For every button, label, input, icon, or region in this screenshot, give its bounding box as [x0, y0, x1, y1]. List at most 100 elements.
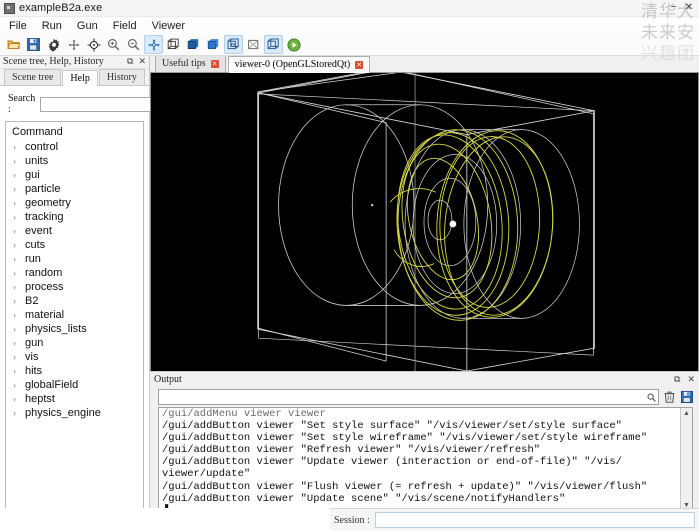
scroll-up-arrow[interactable]: ▲	[683, 408, 690, 418]
tree-item-label: particle	[25, 183, 61, 195]
tree-item-cuts[interactable]: › cuts	[6, 238, 143, 252]
perspective-icon[interactable]	[224, 35, 243, 54]
command-tree[interactable]: Command › control › units › gui › partic…	[5, 121, 144, 511]
chevron-right-icon[interactable]: ›	[13, 352, 19, 363]
tree-item-label: B2	[25, 295, 39, 307]
chevron-right-icon[interactable]: ›	[13, 156, 19, 167]
chevron-right-icon[interactable]: ›	[13, 226, 19, 237]
rotate-icon[interactable]	[84, 35, 103, 54]
chevron-right-icon[interactable]: ›	[13, 198, 19, 209]
tab-help[interactable]: Help	[62, 70, 98, 86]
output-scrollbar[interactable]: ▲ ▼	[680, 408, 692, 510]
search-icon[interactable]	[645, 391, 658, 404]
close-button[interactable]: ✕	[685, 3, 693, 13]
trash-icon[interactable]	[663, 391, 676, 404]
tree-item-gun[interactable]: › gun	[6, 336, 143, 350]
right-area: Useful tips ✕ viewer-0 (OpenGLStoredQt) …	[150, 54, 699, 531]
tree-item-label: physics_engine	[25, 407, 101, 419]
chevron-right-icon[interactable]: ›	[13, 212, 19, 223]
tree-item-vis[interactable]: › vis	[6, 350, 143, 364]
close-icon[interactable]: ✕	[138, 56, 146, 67]
tab-scene-tree[interactable]: Scene tree	[4, 69, 62, 85]
zoom-in-icon[interactable]	[104, 35, 123, 54]
tree-item-units[interactable]: › units	[6, 154, 143, 168]
tree-item-physics-lists[interactable]: › physics_lists	[6, 322, 143, 336]
chevron-right-icon[interactable]: ›	[13, 380, 19, 391]
title-bar: exampleB2a.exe − ✕	[0, 0, 699, 17]
tab-history[interactable]: History	[98, 69, 145, 85]
tree-item-heptst[interactable]: › heptst	[6, 392, 143, 406]
tree-item-hits[interactable]: › hits	[6, 364, 143, 378]
tree-item-tracking[interactable]: › tracking	[6, 210, 143, 224]
tab-viewer-0[interactable]: viewer-0 (OpenGLStoredQt) ✕	[227, 56, 371, 73]
minimize-button[interactable]: −	[671, 3, 677, 13]
save-icon[interactable]	[24, 35, 43, 54]
chevron-right-icon[interactable]: ›	[13, 324, 19, 335]
close-icon[interactable]: ✕	[355, 61, 364, 69]
tree-item-label: tracking	[25, 211, 64, 223]
float-icon[interactable]: ⧉	[127, 56, 133, 67]
help-search-row: Search :	[0, 86, 172, 121]
output-search-input[interactable]	[159, 391, 645, 403]
tree-item-globalfield[interactable]: › globalField	[6, 378, 143, 392]
tree-item-physics-engine[interactable]: › physics_engine	[6, 406, 143, 420]
chevron-right-icon[interactable]: ›	[13, 310, 19, 321]
opengl-viewport[interactable]	[150, 73, 699, 371]
chevron-right-icon[interactable]: ›	[13, 142, 19, 153]
output-log[interactable]: /gui/addMenu viewer viewer /gui/addButto…	[158, 407, 693, 511]
left-dock-titlebar: Scene tree, Help, History ⧉ ✕	[0, 54, 149, 69]
menu-item-gun[interactable]: Gun	[75, 19, 100, 33]
output-line: /gui/addButton viewer "Set style wirefra…	[162, 432, 648, 445]
tree-item-label: process	[25, 281, 64, 293]
float-icon[interactable]: ⧉	[674, 374, 680, 385]
gear-icon[interactable]	[44, 35, 63, 54]
tree-item-process[interactable]: › process	[6, 280, 143, 294]
move-icon[interactable]	[64, 35, 83, 54]
tree-item-geometry[interactable]: › geometry	[6, 196, 143, 210]
chevron-right-icon[interactable]: ›	[13, 394, 19, 405]
session-input[interactable]	[374, 512, 695, 528]
menu-item-run[interactable]: Run	[40, 19, 64, 33]
surface-icon[interactable]	[204, 35, 223, 54]
chevron-right-icon[interactable]: ›	[13, 240, 19, 251]
pick-icon[interactable]	[144, 35, 163, 54]
run-beam-on-icon[interactable]	[284, 35, 303, 54]
tree-item-material[interactable]: › material	[6, 308, 143, 322]
chevron-right-icon[interactable]: ›	[13, 296, 19, 307]
tree-item-particle[interactable]: › particle	[6, 182, 143, 196]
wireframe-icon[interactable]	[164, 35, 183, 54]
tree-item-run[interactable]: › run	[6, 252, 143, 266]
hidden-line-removal-icon[interactable]	[184, 35, 203, 54]
tree-item-gui[interactable]: › gui	[6, 168, 143, 182]
tree-item-event[interactable]: › event	[6, 224, 143, 238]
tab-useful-tips[interactable]: Useful tips ✕	[155, 55, 226, 72]
chevron-right-icon[interactable]: ›	[13, 408, 19, 419]
chevron-right-icon[interactable]: ›	[13, 184, 19, 195]
menu-item-file[interactable]: File	[7, 19, 29, 33]
close-icon[interactable]: ✕	[210, 60, 219, 68]
tree-item-random[interactable]: › random	[6, 266, 143, 280]
chevron-right-icon[interactable]: ›	[13, 366, 19, 377]
aux-edge-icon[interactable]	[264, 35, 283, 54]
tab-label: viewer-0 (OpenGLStoredQt)	[234, 59, 351, 70]
ortho-icon[interactable]	[244, 35, 263, 54]
close-icon[interactable]: ✕	[687, 374, 695, 385]
chevron-right-icon[interactable]: ›	[13, 254, 19, 265]
chevron-right-icon[interactable]: ›	[13, 170, 19, 181]
output-titlebar: Output ⧉ ✕	[150, 371, 699, 386]
chevron-right-icon[interactable]: ›	[13, 282, 19, 293]
chevron-right-icon[interactable]: ›	[13, 268, 19, 279]
toolbar	[0, 34, 699, 56]
chevron-right-icon[interactable]: ›	[13, 338, 19, 349]
output-search-box[interactable]	[158, 389, 659, 405]
menu-item-viewer[interactable]: Viewer	[150, 19, 187, 33]
tree-item-control[interactable]: › control	[6, 140, 143, 154]
tree-item-b2[interactable]: › B2	[6, 294, 143, 308]
output-line: /gui/addButton viewer "Update scene" "/v…	[162, 492, 566, 505]
overlay-occluder	[0, 508, 330, 531]
menu-item-field[interactable]: Field	[111, 19, 139, 33]
zoom-out-icon[interactable]	[124, 35, 143, 54]
open-icon[interactable]	[4, 35, 23, 54]
tree-item-label: gun	[25, 337, 44, 349]
save-icon[interactable]	[680, 391, 693, 404]
